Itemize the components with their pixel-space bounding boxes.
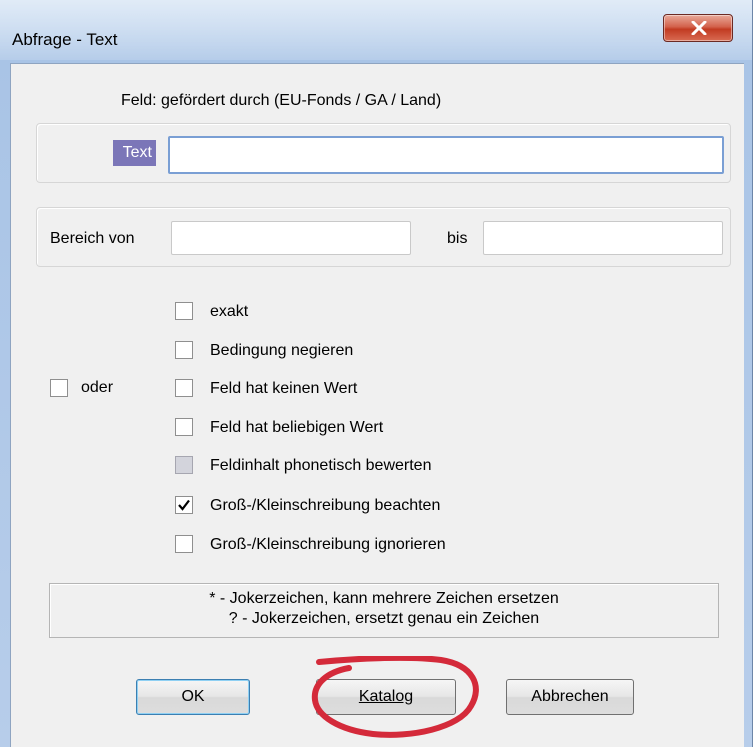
option-checkbox-bedingung-negieren[interactable] [175, 341, 193, 359]
option-label-exakt: exakt [210, 303, 249, 320]
option-checkbox-gross-klein-beachten[interactable] [175, 496, 193, 514]
hint-line-star: * - Jokerzeichen, kann mehrere Zeichen e… [209, 590, 559, 607]
oder-label: oder [81, 379, 114, 396]
catalog-button[interactable]: Katalog [316, 679, 456, 715]
dialog-body: Feld: gefördert durch (EU-Fonds / GA / L… [10, 63, 744, 747]
range-to-label: bis [447, 230, 468, 247]
option-checkbox-beliebiger-wert[interactable] [175, 418, 193, 436]
text-input-label: Text [113, 140, 156, 166]
option-label-bedingung-negieren: Bedingung negieren [210, 342, 354, 359]
option-checkbox-kein-wert[interactable] [175, 379, 193, 397]
oder-checkbox[interactable] [50, 379, 68, 397]
hint-line-question: ? - Jokerzeichen, ersetzt genau ein Zeic… [228, 610, 540, 627]
close-icon [691, 21, 707, 35]
option-checkbox-exakt[interactable] [175, 302, 193, 320]
catalog-button-label: Katalog [358, 688, 414, 705]
ok-button[interactable]: OK [136, 679, 250, 715]
option-label-kein-wert: Feld hat keinen Wert [210, 380, 358, 397]
range-from-input[interactable] [171, 221, 411, 255]
cancel-button[interactable]: Abbrechen [506, 679, 634, 715]
option-checkbox-gross-klein-ignorieren[interactable] [175, 535, 193, 553]
option-label-phonetisch: Feldinhalt phonetisch bewerten [210, 457, 432, 474]
field-label: Feld: gefördert durch (EU-Fonds / GA / L… [121, 92, 442, 109]
option-checkbox-phonetisch [175, 456, 193, 474]
range-to-input[interactable] [483, 221, 723, 255]
option-label-beliebiger-wert: Feld hat beliebigen Wert [210, 419, 384, 436]
window-title: Abfrage - Text [12, 30, 118, 49]
wildcard-hint-box: * - Jokerzeichen, kann mehrere Zeichen e… [49, 583, 719, 638]
option-label-gross-klein-beachten: Groß-/Kleinschreibung beachten [210, 497, 441, 514]
checkmark-icon [178, 499, 190, 511]
option-label-gross-klein-ignorieren: Groß-/Kleinschreibung ignorieren [210, 536, 446, 553]
range-from-label: Bereich von [50, 230, 135, 247]
dialog-window-frame: Abfrage - Text Feld: gefördert durch (EU… [0, 0, 753, 747]
close-button[interactable] [663, 14, 733, 42]
text-input[interactable] [168, 136, 724, 174]
